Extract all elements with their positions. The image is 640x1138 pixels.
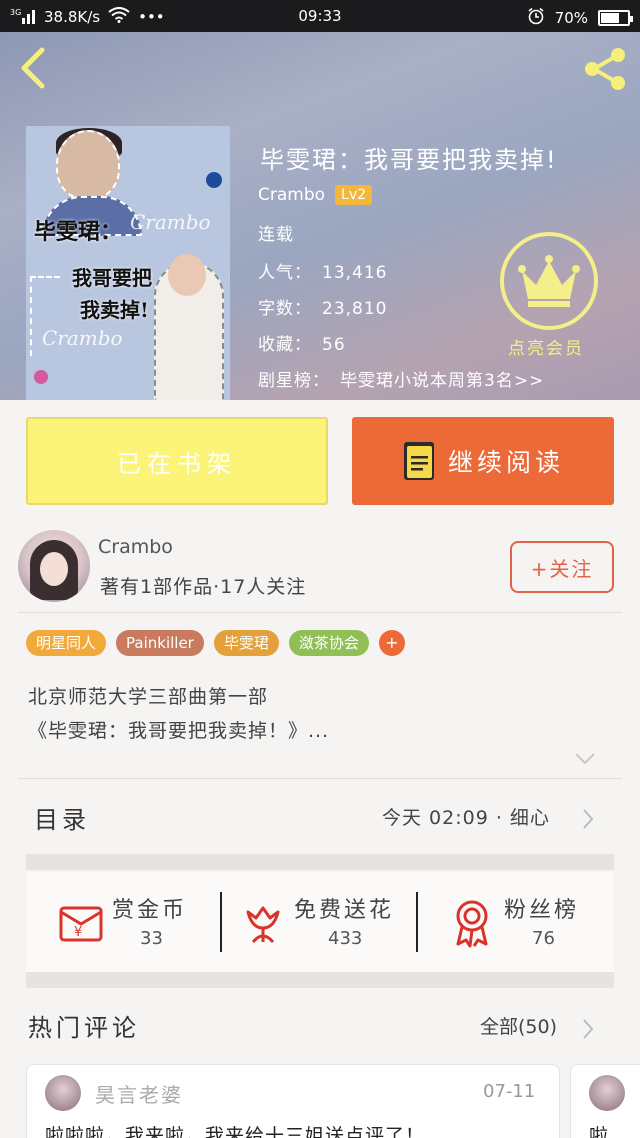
section-spacer (26, 972, 614, 988)
commenter-name[interactable]: 昊言老婆 (95, 1079, 183, 1108)
battery-percent: 70% (554, 9, 588, 27)
book-cover[interactable]: Crambo Crambo 毕雯珺： 我哥要把 我卖掉! (26, 126, 230, 400)
commenter-avatar[interactable] (45, 1075, 81, 1111)
cover-watermark: Crambo (42, 326, 123, 350)
author-level-badge: Lv2 (335, 185, 373, 205)
flower-icon (246, 906, 280, 944)
free-flowers-value: 433 (328, 928, 363, 949)
description-line2: 《毕雯珺：我哥要把我卖掉！》... (28, 720, 330, 742)
book-icon (403, 442, 434, 480)
vip-label[interactable]: 点亮会员 (508, 334, 584, 359)
add-tag-button[interactable]: + (378, 630, 405, 656)
chevron-right-icon[interactable] (582, 1018, 594, 1040)
comment-text: 啦啦啦，我来啦，我来给十三姐送点评了！ (45, 1125, 426, 1138)
popularity-row: 人气： 13,416 (258, 258, 387, 283)
author-card-summary: 著有1部作品·17人关注 (100, 576, 307, 598)
author-row[interactable]: Crambo Lv2 (258, 185, 373, 205)
rank-label: 剧星榜： (258, 371, 330, 391)
cover-watermark: Crambo (130, 210, 211, 234)
description-line1: 北京师范大学三部曲第一部 (28, 686, 269, 708)
cover-title-line2-text: 我哥要把 (72, 266, 152, 290)
reward-coins-value: 33 (140, 928, 163, 949)
popularity-value: 13,416 (322, 263, 388, 283)
cover-title-line1: 毕雯珺： (34, 219, 123, 245)
author-avatar[interactable] (18, 530, 90, 602)
battery-fill (601, 13, 620, 23)
tag[interactable]: 明星同人 (26, 630, 107, 656)
book-description[interactable]: 北京师范大学三部曲第一部 《毕雯珺：我哥要把我卖掉！》... (28, 680, 588, 748)
hot-comments-title: 热门评论 (28, 1014, 140, 1042)
chevron-right-icon[interactable] (582, 808, 594, 830)
book-status: 连载 (258, 225, 294, 245)
stats-panel: ¥ 赏金币 33 免费送花 433 粉丝榜 76 (26, 872, 614, 972)
comment-date: 07-11 (483, 1081, 536, 1102)
author-name[interactable]: Crambo (258, 185, 325, 205)
author-card-name[interactable]: Crambo (98, 536, 173, 558)
status-bar: 3G 38.8K/s ••• 09:33 70% (0, 0, 640, 32)
divider (18, 612, 622, 613)
avatar-face (40, 552, 68, 586)
book-header: Crambo Crambo 毕雯珺： 我哥要把 我卖掉! 毕雯珺：我哥要把我卖掉… (0, 32, 640, 400)
vip-badge[interactable] (500, 232, 598, 330)
on-shelf-button[interactable]: 已在书架 (26, 417, 328, 505)
tag-list: 明星同人 Painkiller 毕雯珺 潋茶协会 + (26, 630, 405, 656)
fan-ranking-label: 粉丝榜 (504, 898, 580, 923)
fan-ranking-value: 76 (532, 928, 555, 949)
reward-coins-stat[interactable]: ¥ 赏金币 33 (26, 872, 222, 972)
word-count-label: 字数： (258, 299, 312, 319)
tag[interactable]: 潋茶协会 (288, 630, 369, 656)
cover-dot-blue (206, 172, 222, 188)
favorites-value: 56 (322, 335, 346, 355)
cover-dot-pink (34, 370, 48, 384)
popularity-label: 人气： (258, 263, 312, 283)
comment-card[interactable]: 啦 (570, 1064, 640, 1138)
back-button[interactable] (14, 46, 54, 90)
continue-reading-label: 继续阅读 (447, 448, 564, 477)
rank-text[interactable]: 毕雯珺小说本周第3名>> (340, 371, 544, 391)
cover-figure-2-head (168, 254, 206, 296)
chevron-left-icon (21, 47, 45, 89)
continue-reading-button[interactable]: 继续阅读 (352, 417, 614, 505)
section-spacer (26, 854, 614, 870)
crown-icon (518, 255, 580, 307)
favorites-label: 收藏： (258, 335, 312, 355)
follow-button[interactable]: +关注 (510, 541, 614, 593)
comment-card[interactable]: 昊言老婆 07-11 啦啦啦，我来啦，我来给十三姐送点评了！ (26, 1064, 560, 1138)
divider (18, 778, 622, 779)
commenter-avatar[interactable] (589, 1075, 625, 1111)
word-count-value: 23,810 (322, 299, 388, 319)
chevron-down-icon[interactable] (574, 752, 596, 766)
book-title: 毕雯珺：我哥要把我卖掉! (260, 146, 558, 174)
rank-row[interactable]: 剧星榜： 毕雯珺小说本周第3名>> (258, 366, 544, 391)
all-comments-link[interactable]: 全部(50) (480, 1012, 557, 1039)
cover-title-line2: 我哥要把 我卖掉! (72, 262, 152, 326)
share-icon (585, 48, 625, 90)
cover-figure-face (56, 130, 120, 200)
battery-icon (598, 10, 633, 26)
alarm-icon (527, 7, 545, 29)
fan-ranking-stat[interactable]: 粉丝榜 76 (418, 872, 614, 972)
free-flowers-label: 免费送花 (294, 898, 395, 923)
favorites-row: 收藏： 56 (258, 330, 346, 355)
share-button[interactable] (580, 44, 630, 94)
toc-title[interactable]: 目录 (34, 800, 90, 835)
red-envelope-icon: ¥ (59, 906, 103, 942)
reward-coins-label: 赏金币 (112, 898, 188, 923)
tag[interactable]: 毕雯珺 (213, 630, 279, 656)
tag[interactable]: Painkiller (116, 630, 204, 656)
comment-text: 啦 (589, 1125, 609, 1138)
svg-text:¥: ¥ (74, 925, 82, 940)
free-flowers-stat[interactable]: 免费送花 433 (222, 872, 418, 972)
word-count-row: 字数： 23,810 (258, 294, 387, 319)
medal-icon (456, 900, 488, 948)
cover-title-line3-text: 我卖掉! (80, 298, 149, 322)
toc-latest-update[interactable]: 今天 02:09 · 细心 (382, 803, 550, 830)
